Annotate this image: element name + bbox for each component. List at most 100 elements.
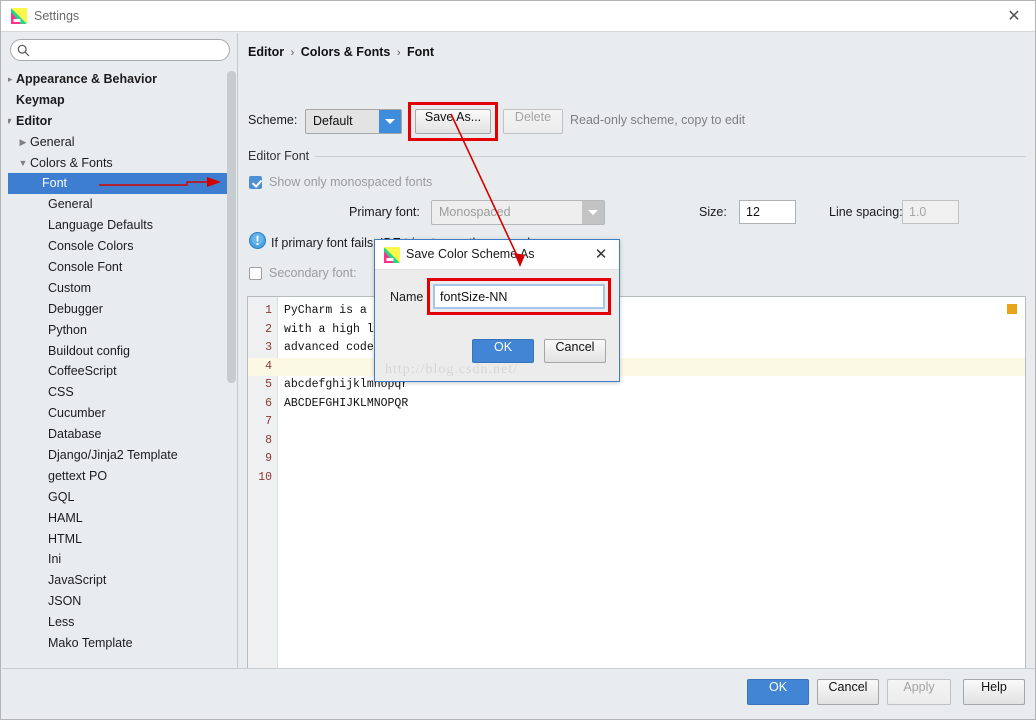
sidebar-item-ini[interactable]: Ini <box>8 549 230 570</box>
sidebar-item-label: HAML <box>48 510 83 525</box>
save-as-button[interactable]: Save As... <box>415 109 491 134</box>
scheme-selected-value: Default <box>313 114 353 128</box>
search-input[interactable] <box>35 42 223 59</box>
sidebar-item-javascript[interactable]: JavaScript <box>8 570 230 591</box>
primary-font-select: Monospaced <box>431 200 605 225</box>
watermark-text: http://blog.csdn.net/ <box>385 362 518 377</box>
cancel-button[interactable]: Cancel <box>817 679 879 705</box>
secondary-font-label: Secondary font: <box>269 266 357 280</box>
breadcrumb-part-colors-fonts[interactable]: Colors & Fonts <box>301 45 391 59</box>
sidebar-item-debugger[interactable]: Debugger <box>8 299 230 320</box>
apply-button: Apply <box>887 679 951 705</box>
pycharm-icon <box>384 247 400 266</box>
preview-line: 2 with a high level <box>248 321 1025 340</box>
chevron-down-icon <box>582 201 604 224</box>
chevron-right-icon[interactable]: ▶ <box>16 132 30 153</box>
preview-line-text: ABCDEFGHIJKLMNOPQR <box>284 396 409 410</box>
sidebar-item-coffeescript[interactable]: CoffeeScript <box>8 361 230 382</box>
sidebar-item-editor[interactable]: ▼Editor <box>8 111 230 132</box>
preview-line-number: 5 <box>265 378 272 391</box>
preview-line-number: 1 <box>265 304 272 317</box>
sidebar-item-label: Buildout config <box>48 343 131 358</box>
sidebar-item-console-font[interactable]: Console Font <box>8 257 230 278</box>
sidebar-item-html[interactable]: HTML <box>8 529 230 550</box>
sidebar-item-python[interactable]: Python <box>8 320 230 341</box>
sidebar-item-label: Editor <box>16 113 53 128</box>
scheme-select[interactable]: Default <box>305 109 402 134</box>
sidebar-scrollbar[interactable] <box>227 71 236 383</box>
sidebar-item-label: Language Defaults <box>48 218 153 233</box>
sidebar-item-label: General <box>30 134 75 149</box>
sidebar-item-django-jinja2-template[interactable]: Django/Jinja2 Template <box>8 445 230 466</box>
preview-line-number: 10 <box>258 470 272 484</box>
sidebar-item-label: Debugger <box>48 301 103 316</box>
scheme-name-field[interactable] <box>433 284 605 309</box>
secondary-font-checkbox[interactable] <box>249 267 262 280</box>
breadcrumb-part-editor[interactable]: Editor <box>248 45 284 59</box>
sidebar-item-label: HTML <box>48 531 83 546</box>
sidebar-item-label: gettext PO <box>48 468 108 483</box>
sidebar-item-console-colors[interactable]: Console Colors <box>8 236 230 257</box>
sidebar-item-general[interactable]: General <box>8 194 230 215</box>
sidebar-item-database[interactable]: Database <box>8 424 230 445</box>
preview-line-number: 9 <box>265 452 272 465</box>
chevron-down-icon[interactable] <box>379 110 401 133</box>
chevron-down-icon[interactable]: ▼ <box>16 153 30 174</box>
preview-line: 1 PyCharm is a full- <box>248 302 1025 321</box>
chevron-down-icon[interactable]: ▼ <box>8 111 16 132</box>
sidebar-item-mako-template[interactable]: Mako Template <box>8 633 230 654</box>
sidebar: ▶Appearance & BehaviorKeymap▼Editor▶Gene… <box>2 33 238 670</box>
sidebar-item-colors-fonts[interactable]: ▼ Colors & Fonts <box>8 153 230 174</box>
sidebar-item-keymap[interactable]: Keymap <box>8 90 230 111</box>
preview-lines: 1 PyCharm is a full- 2 with a high level 3 ad… <box>248 302 1025 488</box>
search-field[interactable] <box>10 39 230 61</box>
font-preview-editor[interactable]: 1 PyCharm is a full- 2 with a high level 3 ad… <box>247 296 1026 682</box>
editor-font-group-label: Editor Font <box>248 149 316 163</box>
sidebar-item-label: Appearance & Behavior <box>16 72 158 86</box>
show-monospaced-checkbox[interactable] <box>249 176 262 189</box>
sidebar-item-haml[interactable]: HAML <box>8 508 230 529</box>
sidebar-item-language-defaults[interactable]: Language Defaults <box>8 215 230 236</box>
dialog-ok-button[interactable]: OK <box>472 339 534 363</box>
breadcrumb-separator-2: › <box>396 47 401 59</box>
font-size-value: 12 <box>746 205 760 219</box>
preview-line: 4 <box>248 357 1025 376</box>
settings-tree: ▶Appearance & BehaviorKeymap▼Editor▶Gene… <box>8 69 230 693</box>
sidebar-item-appearance-behavior[interactable]: ▶Appearance & Behavior <box>8 69 230 90</box>
sidebar-item-font[interactable]: Font <box>8 173 230 195</box>
sidebar-item-buildout-config[interactable]: Buildout config <box>8 341 230 362</box>
sidebar-item-label: JSON <box>48 594 82 609</box>
preview-line: 3 advanced code edi <box>248 339 1025 358</box>
ok-button[interactable]: OK <box>747 679 809 705</box>
sidebar-item-label: Less <box>48 615 75 630</box>
show-monospaced-label: Show only monospaced fonts <box>269 175 433 189</box>
sidebar-item-cucumber[interactable]: Cucumber <box>8 403 230 424</box>
chevron-right-icon[interactable]: ▶ <box>8 69 16 90</box>
sidebar-item-json[interactable]: JSON <box>8 591 230 612</box>
sidebar-item-general[interactable]: ▶ General <box>8 132 230 153</box>
title-bar: Settings ✕ <box>1 1 1035 32</box>
font-size-input[interactable]: 12 <box>739 200 796 224</box>
scheme-name-input[interactable] <box>435 286 603 307</box>
sidebar-item-label: JavaScript <box>48 573 107 588</box>
sidebar-item-gettext-po[interactable]: gettext PO <box>8 466 230 487</box>
sidebar-item-label: Database <box>48 427 102 442</box>
sidebar-item-label: Console Colors <box>48 239 134 254</box>
sidebar-item-label: CSS <box>48 385 74 400</box>
close-icon[interactable]: ✕ <box>591 245 611 265</box>
help-button[interactable]: Help <box>963 679 1025 705</box>
sidebar-item-less[interactable]: Less <box>8 612 230 633</box>
dialog-cancel-button[interactable]: Cancel <box>544 339 606 363</box>
preview-line: 6 ABCDEFGHIJKLMNOPQR <box>248 395 1025 414</box>
breadcrumb-part-font[interactable]: Font <box>407 45 434 59</box>
delete-button: Delete <box>503 109 563 134</box>
dialog-footer: OK Cancel Apply Help <box>2 668 1035 719</box>
close-icon[interactable]: ✕ <box>1003 6 1025 28</box>
readonly-scheme-note: Read-only scheme, copy to edit <box>570 113 746 127</box>
preview-line: 10 <box>248 469 1025 488</box>
sidebar-item-css[interactable]: CSS <box>8 382 230 403</box>
sidebar-divider <box>237 33 238 670</box>
sidebar-item-custom[interactable]: Custom <box>8 278 230 299</box>
sidebar-item-gql[interactable]: GQL <box>8 487 230 508</box>
preview-line-number: 7 <box>265 415 272 428</box>
